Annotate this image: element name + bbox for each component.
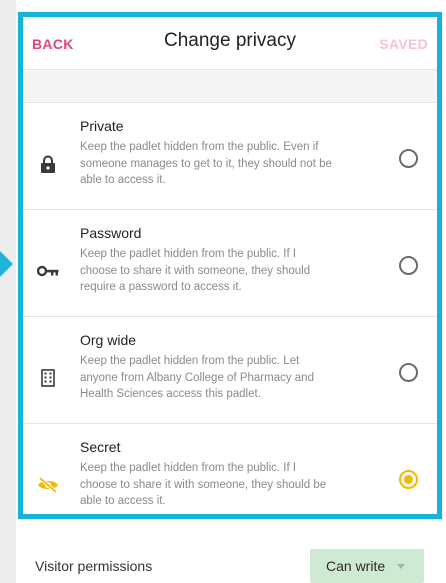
privacy-option-private[interactable]: Private Keep the padlet hidden from the … xyxy=(23,103,437,210)
option-description: Keep the padlet hidden from the public. … xyxy=(80,355,314,400)
eye-off-icon xyxy=(37,474,59,496)
radio-secret[interactable] xyxy=(399,470,418,489)
option-title: Secret xyxy=(80,439,121,455)
callout-arrow xyxy=(0,251,13,277)
radio-private[interactable] xyxy=(399,149,418,168)
privacy-option-org-wide[interactable]: Org wide Keep the padlet hidden from the… xyxy=(23,317,437,424)
visitor-permissions-dropdown[interactable]: Can write xyxy=(310,549,424,583)
option-description: Keep the padlet hidden from the public. … xyxy=(80,462,327,507)
radio-org-wide[interactable] xyxy=(399,363,418,382)
option-title: Private xyxy=(80,118,124,134)
option-description: Keep the padlet hidden from the public. … xyxy=(80,141,332,186)
privacy-option-secret[interactable]: Secret Keep the padlet hidden from the p… xyxy=(23,424,437,531)
panel-header: BACK Change privacy SAVED xyxy=(23,17,437,70)
radio-password[interactable] xyxy=(399,256,418,275)
page-title: Change privacy xyxy=(163,30,297,51)
permission-value: Can write xyxy=(326,558,386,574)
saved-status: SAVED xyxy=(379,36,428,52)
lock-icon xyxy=(37,153,59,175)
option-description: Keep the padlet hidden from the public. … xyxy=(80,248,311,293)
key-icon xyxy=(37,260,59,282)
caret-down-icon xyxy=(397,563,406,569)
building-icon xyxy=(37,367,59,389)
privacy-panel: BACK Change privacy SAVED Private Keep t… xyxy=(18,12,442,519)
header-spacer xyxy=(23,70,437,103)
visitor-permissions-label: Visitor permissions xyxy=(35,558,153,574)
option-title: Org wide xyxy=(80,332,137,348)
privacy-option-password[interactable]: Password Keep the padlet hidden from the… xyxy=(23,210,437,317)
option-title: Password xyxy=(80,225,142,241)
